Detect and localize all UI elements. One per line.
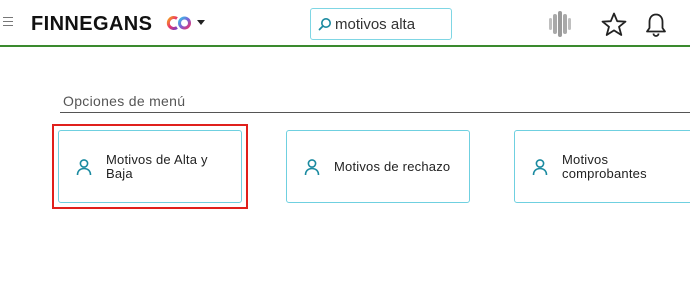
menu-item-label-line2: comprobantes bbox=[562, 166, 647, 181]
brand-name: FINNEGANS bbox=[31, 13, 153, 35]
star-icon[interactable] bbox=[601, 12, 627, 37]
hamburger-icon[interactable] bbox=[3, 17, 13, 26]
menu-item-label-line1: Motivos de rechazo bbox=[334, 159, 451, 174]
menu-item-label-line2: Baja bbox=[106, 166, 133, 181]
avatar[interactable] bbox=[545, 9, 575, 39]
top-bar: FINNEGANS bbox=[0, 0, 690, 47]
person-icon bbox=[76, 159, 92, 176]
search-icon bbox=[318, 18, 331, 31]
person-icon bbox=[304, 159, 320, 176]
menu-item-label-line1: Motivos de Alta y bbox=[106, 152, 208, 167]
search-box[interactable] bbox=[310, 8, 452, 40]
menu-item-label-line1: Motivos bbox=[562, 152, 609, 167]
co-logo-icon bbox=[166, 16, 191, 30]
menu-item-motivos-alta-baja[interactable]: Motivos de Alta y Baja bbox=[58, 130, 242, 203]
person-icon bbox=[532, 159, 548, 176]
section-divider bbox=[60, 112, 690, 113]
bell-icon[interactable] bbox=[644, 12, 668, 38]
search-input[interactable] bbox=[335, 12, 447, 36]
brand-dropdown-caret-icon[interactable] bbox=[197, 20, 205, 25]
menu-item-motivos-comprobantes[interactable]: Motivos comprobantes bbox=[514, 130, 690, 203]
menu-item-motivos-rechazo[interactable]: Motivos de rechazo bbox=[286, 130, 470, 203]
section-title: Opciones de menú bbox=[63, 93, 186, 109]
